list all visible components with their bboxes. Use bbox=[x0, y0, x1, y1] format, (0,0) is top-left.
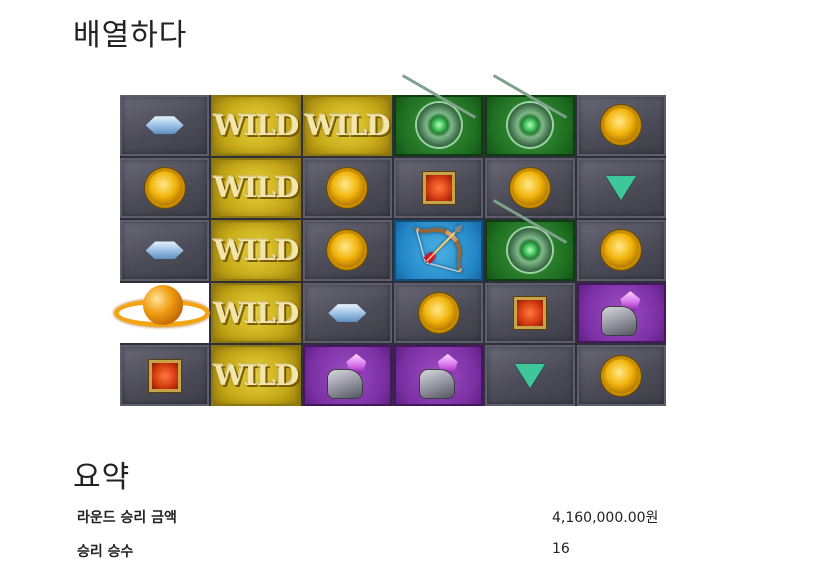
reel-cell bbox=[120, 95, 210, 156]
summary-label: 라운드 승리 금액 bbox=[77, 510, 177, 526]
wild-symbol: WILD bbox=[213, 171, 300, 205]
reel-cell: 🏹 bbox=[394, 220, 484, 281]
red-square-gem-icon bbox=[516, 300, 543, 327]
reel-cell bbox=[394, 95, 484, 156]
reel-cell bbox=[394, 345, 484, 406]
reel-cell bbox=[302, 220, 392, 281]
reel-cell: WILD bbox=[211, 95, 301, 156]
reel-cell bbox=[394, 282, 484, 344]
red-square-gem-icon bbox=[425, 174, 452, 201]
reel-cell bbox=[485, 95, 575, 156]
wild-symbol: WILD bbox=[213, 359, 300, 393]
summary-label: 승리 승수 bbox=[77, 544, 134, 560]
reel-cell bbox=[120, 157, 210, 219]
green-triangle-gem-icon bbox=[514, 363, 545, 388]
reel-cell bbox=[302, 282, 392, 344]
reel-cell bbox=[394, 157, 484, 219]
green-shield-icon bbox=[507, 228, 552, 273]
blue-diamond-icon bbox=[145, 116, 184, 135]
reel-cell bbox=[485, 345, 575, 406]
green-triangle-gem-icon bbox=[606, 175, 637, 200]
blue-diamond-icon bbox=[328, 304, 367, 323]
reel-cell bbox=[485, 220, 575, 281]
reel-cell bbox=[120, 220, 210, 281]
page-title: 배열하다 bbox=[73, 18, 188, 53]
reel-cell bbox=[576, 345, 666, 406]
gold-coin-icon bbox=[330, 170, 365, 205]
green-shield-icon bbox=[416, 103, 461, 148]
wild-symbol: WILD bbox=[213, 296, 300, 330]
gold-coin-icon bbox=[604, 358, 639, 393]
reel-cell bbox=[302, 157, 392, 219]
wild-symbol: WILD bbox=[213, 233, 300, 267]
reel-cell: WILD bbox=[211, 220, 301, 281]
bow-arrow-icon: 🏹 bbox=[411, 224, 467, 276]
summary-heading: 요약 bbox=[73, 460, 131, 495]
summary-value: 4,160,000.00원 bbox=[552, 510, 659, 526]
golden-orb-icon bbox=[114, 285, 212, 341]
crystal-helmet-icon bbox=[418, 353, 460, 398]
reel-cell: WILD bbox=[211, 282, 301, 344]
blue-diamond-icon bbox=[145, 241, 184, 260]
green-shield-icon bbox=[507, 103, 552, 148]
wild-symbol: WILD bbox=[213, 108, 300, 142]
reel-cell bbox=[485, 157, 575, 219]
reel-cell bbox=[576, 95, 666, 156]
crystal-helmet-icon bbox=[600, 291, 642, 336]
reel-cell bbox=[302, 345, 392, 406]
reel-cell: WILD bbox=[211, 157, 301, 219]
red-square-gem-icon bbox=[151, 362, 178, 389]
reel-cell bbox=[114, 282, 210, 344]
reel-cell bbox=[576, 282, 666, 344]
reel-grid: WILD WILD WILD WILD 🏹 WILD WILD bbox=[114, 95, 666, 406]
reel-cell bbox=[576, 220, 666, 281]
reel-cell bbox=[120, 345, 210, 406]
gold-coin-icon bbox=[147, 170, 182, 205]
reel-cell: WILD bbox=[211, 345, 301, 406]
crystal-helmet-icon bbox=[326, 353, 368, 398]
reel-cell: WILD bbox=[302, 95, 392, 156]
gold-coin-icon bbox=[330, 233, 365, 268]
gold-coin-icon bbox=[421, 296, 456, 331]
gold-coin-icon bbox=[512, 170, 547, 205]
reel-cell bbox=[576, 157, 666, 219]
wild-symbol: WILD bbox=[305, 108, 391, 142]
summary-value: 16 bbox=[552, 541, 570, 557]
gold-coin-icon bbox=[604, 108, 639, 143]
reel-cell bbox=[485, 282, 575, 344]
gold-coin-icon bbox=[604, 233, 639, 268]
